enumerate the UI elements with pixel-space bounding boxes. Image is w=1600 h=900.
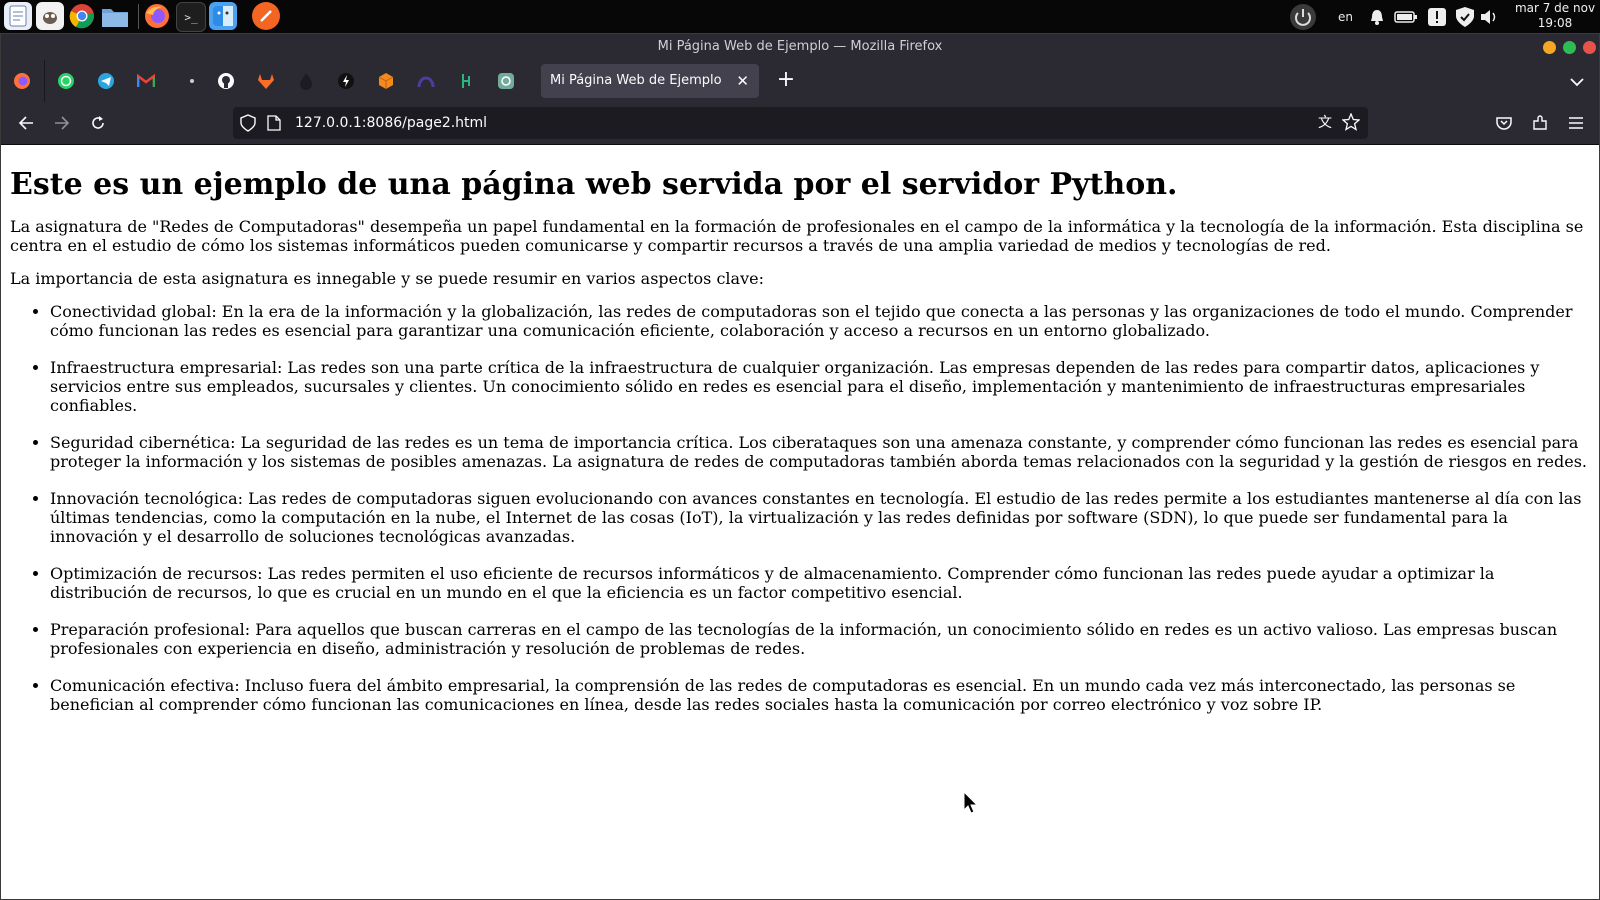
bookmark-star-icon[interactable]: [1341, 112, 1361, 135]
list-item: Optimización de recursos: Las redes perm…: [50, 564, 1589, 602]
window-title: Mi Página Web de Ejemplo — Mozilla Firef…: [657, 39, 943, 54]
tab-active[interactable]: Mi Página Web de Ejemplo ✕: [541, 64, 759, 98]
back-icon[interactable]: [13, 110, 39, 136]
url-bar[interactable]: 127.0.0.1:8086/page2.html 文: [233, 107, 1368, 139]
tracking-protection-shield-icon[interactable]: [239, 114, 257, 136]
firefox-view-icon[interactable]: [9, 68, 35, 94]
clock-time: 19:08: [1537, 16, 1573, 30]
list-item: Preparación profesional: Para aquellos q…: [50, 620, 1589, 658]
shield-icon[interactable]: [1454, 0, 1476, 33]
gmail-icon[interactable]: [133, 68, 159, 94]
hamburger-menu-icon[interactable]: [1563, 110, 1589, 136]
cube-icon[interactable]: [373, 68, 399, 94]
files-icon[interactable]: [101, 2, 129, 30]
pocket-icon[interactable]: [1491, 110, 1517, 136]
window-title-bar: Mi Página Web de Ejemplo — Mozilla Firef…: [1, 34, 1599, 60]
keyboard-layout-indicator[interactable]: en: [1338, 0, 1353, 33]
page-content: Este es un ejemplo de una página web ser…: [1, 145, 1599, 899]
extensions-icon[interactable]: [1527, 110, 1553, 136]
firefox-window: Mi Página Web de Ejemplo — Mozilla Firef…: [0, 33, 1600, 900]
dock-separator: [138, 4, 139, 29]
arc-icon[interactable]: [413, 68, 439, 94]
list-item: Infraestructura empresarial: Las redes s…: [50, 358, 1589, 415]
list-item: Innovación tecnológica: Las redes de com…: [50, 489, 1589, 546]
dot-icon[interactable]: [179, 68, 205, 94]
minimize-button[interactable]: [1543, 41, 1556, 54]
firefox-icon[interactable]: [143, 2, 171, 30]
notification-bell-icon[interactable]: [1368, 0, 1386, 33]
gitlab-icon[interactable]: [253, 68, 279, 94]
chrome-icon[interactable]: [68, 2, 96, 30]
clock-date: mar 7 de nov: [1514, 1, 1596, 15]
chatgpt-icon[interactable]: [493, 68, 519, 94]
list-item: Seguridad cibernética: La seguridad de l…: [50, 433, 1589, 471]
clock[interactable]: mar 7 de nov 19:08: [1512, 1, 1598, 31]
maximize-button[interactable]: [1563, 41, 1576, 54]
reload-icon[interactable]: [85, 110, 111, 136]
lead-paragraph: La importancia de esta asignatura es inn…: [10, 269, 764, 288]
volume-icon[interactable]: [1480, 0, 1500, 33]
gimp-icon[interactable]: [36, 2, 64, 30]
forward-icon[interactable]: [49, 110, 75, 136]
whatsapp-icon[interactable]: [53, 68, 79, 94]
system-top-bar: >_ en mar 7 de nov 19:08: [0, 0, 1600, 33]
power-icon[interactable]: [1288, 0, 1318, 33]
tabs-bar: Mi Página Web de Ejemplo ✕ +: [1, 60, 1599, 102]
close-tab-icon[interactable]: ✕: [736, 64, 749, 98]
url-text[interactable]: 127.0.0.1:8086/page2.html: [295, 107, 487, 139]
mouse-pointer-icon: [963, 790, 981, 819]
page-heading: Este es un ejemplo de una página web ser…: [10, 167, 1178, 202]
navigation-toolbar: 127.0.0.1:8086/page2.html 文: [1, 102, 1599, 145]
text-editor-icon[interactable]: [4, 2, 32, 30]
circle-bolt-icon[interactable]: [333, 68, 359, 94]
page-info-icon[interactable]: [267, 115, 281, 135]
list-item: Conectividad global: En la era de la inf…: [50, 302, 1589, 340]
close-window-button[interactable]: [1583, 41, 1596, 54]
github-icon[interactable]: [213, 68, 239, 94]
tab-title: Mi Página Web de Ejemplo: [550, 73, 722, 88]
intro-paragraph: La asignatura de "Redes de Computadoras"…: [10, 217, 1584, 255]
battery-icon[interactable]: [1394, 0, 1418, 33]
terminal-icon[interactable]: >_: [176, 2, 206, 32]
translate-icon[interactable]: 文: [1318, 114, 1332, 132]
list-item: Comunicación efectiva: Incluso fuera del…: [50, 676, 1589, 714]
finder-icon[interactable]: [209, 2, 237, 30]
new-tab-button[interactable]: +: [773, 65, 799, 95]
telegram-icon[interactable]: [93, 68, 119, 94]
aspects-list: Conectividad global: En la era de la inf…: [1, 302, 1589, 714]
bracket-icon[interactable]: [453, 68, 479, 94]
app-icon[interactable]: [252, 2, 280, 30]
list-all-tabs-icon[interactable]: [1569, 72, 1589, 92]
fire-icon[interactable]: [293, 68, 319, 94]
alert-icon[interactable]: [1426, 0, 1448, 33]
tabs-separator: [44, 60, 45, 102]
